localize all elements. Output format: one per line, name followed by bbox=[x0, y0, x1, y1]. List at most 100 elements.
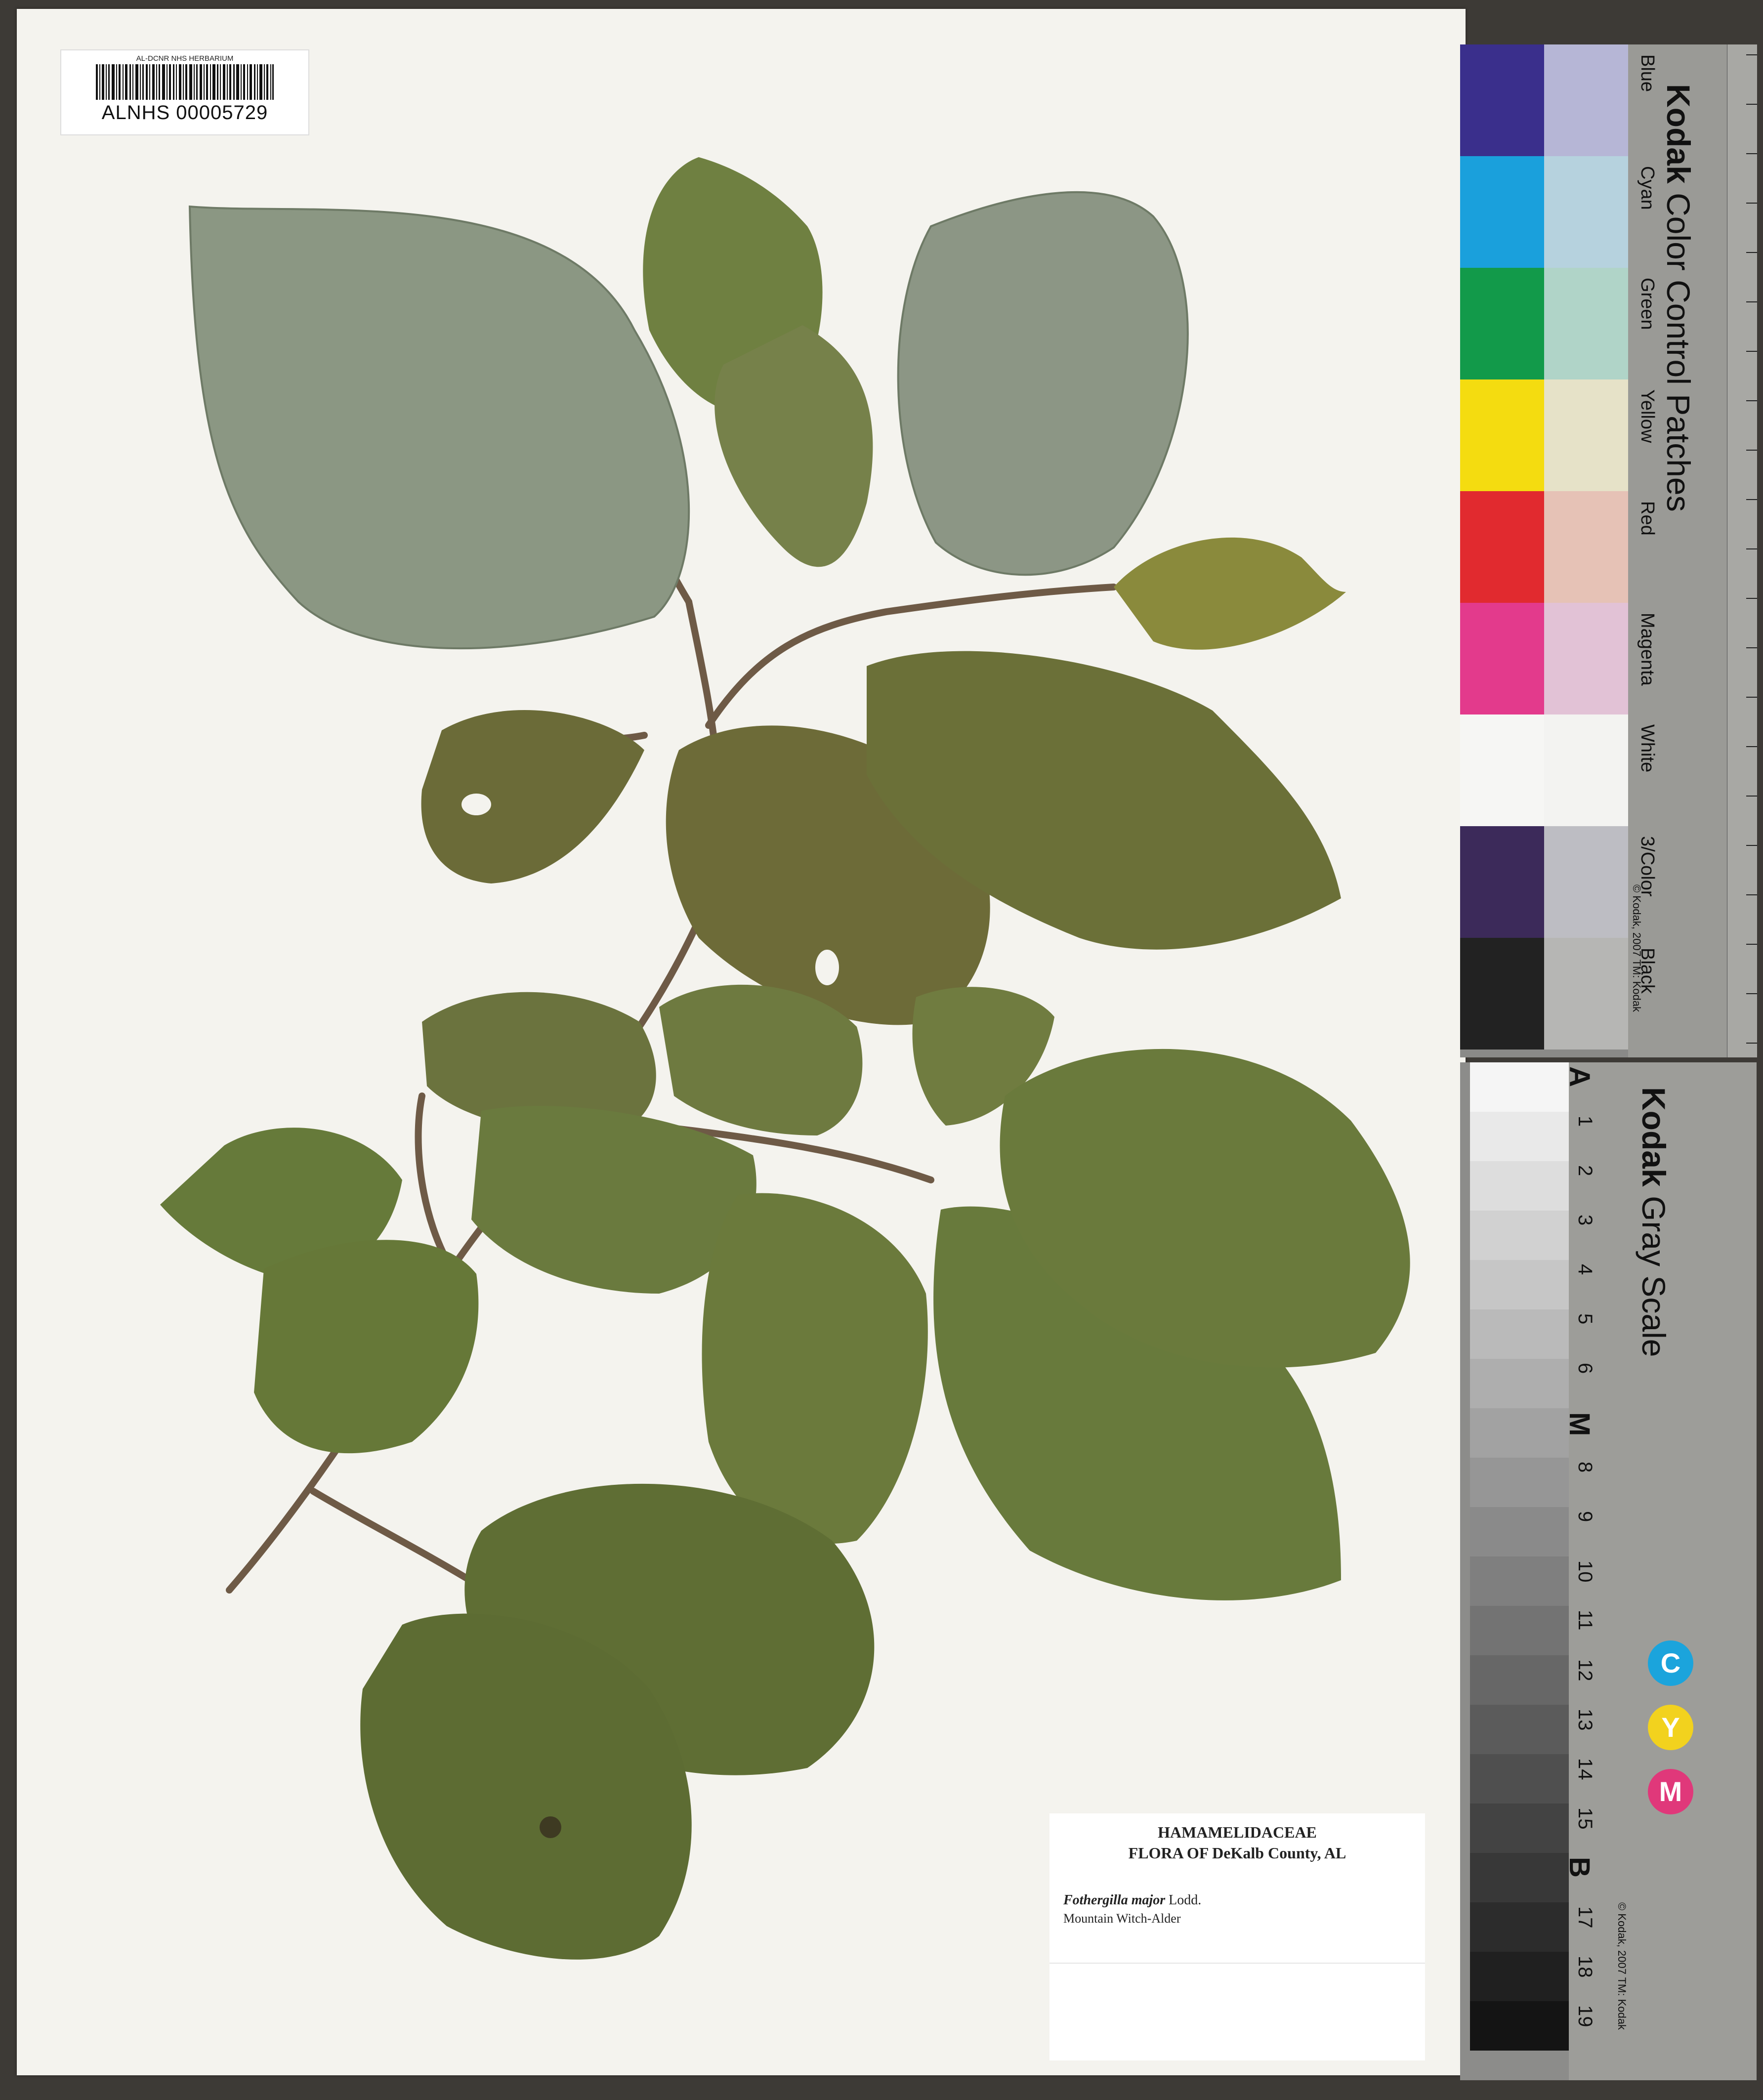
color-card-strip: Kodak Color Control Patches Blue Cyan Gree… bbox=[1628, 44, 1757, 1057]
color-patch-tint-7 bbox=[1544, 826, 1628, 938]
gray-step bbox=[1470, 1655, 1569, 1705]
gray-step bbox=[1470, 1408, 1569, 1458]
gray-step bbox=[1470, 1902, 1569, 1952]
gray-step bbox=[1470, 1705, 1569, 1754]
ruler-tick bbox=[1746, 647, 1757, 648]
ruler-tick bbox=[1746, 796, 1757, 797]
gray-step bbox=[1470, 1556, 1569, 1606]
gray-step-label: 8 bbox=[1574, 1462, 1596, 1473]
color-card-title: Kodak Color Control Patches bbox=[1660, 84, 1697, 677]
gray-step-label: 14 bbox=[1574, 1758, 1596, 1780]
color-patch-4 bbox=[1460, 491, 1544, 603]
gray-step-label: 10 bbox=[1574, 1560, 1596, 1583]
gray-card-strip: Kodak Gray Scale A 1 2 3 4 5 6 M 8 9 10 11 12 13 14 15 B… bbox=[1563, 1062, 1757, 2080]
gray-step bbox=[1470, 1606, 1569, 1655]
gray-step bbox=[1470, 1754, 1569, 1804]
gray-step bbox=[1470, 2001, 1569, 2051]
gray-step bbox=[1470, 1458, 1569, 1507]
color-patch-0 bbox=[1460, 44, 1544, 156]
gray-step bbox=[1470, 1062, 1569, 1112]
gray-step-label: 17 bbox=[1574, 1906, 1596, 1929]
gray-card-copyright: © Kodak, 2007 TM: Kodak bbox=[1616, 1902, 1628, 2030]
gray-step-label: 9 bbox=[1574, 1511, 1596, 1522]
color-card-copyright: © Kodak, 2007 TM: Kodak bbox=[1631, 884, 1643, 1012]
name-author: Lodd. bbox=[1169, 1892, 1202, 1908]
gray-step-label: 11 bbox=[1574, 1610, 1596, 1631]
color-patch-3 bbox=[1460, 379, 1544, 491]
gray-step bbox=[1470, 1211, 1569, 1260]
common-name: Mountain Witch-Alder bbox=[1063, 1911, 1181, 1926]
gray-step bbox=[1470, 1853, 1569, 1902]
gray-step-label: 19 bbox=[1574, 2005, 1596, 2027]
flora-locality: FLORA OF DeKalb County, AL bbox=[1128, 1844, 1346, 1862]
gray-step bbox=[1470, 1161, 1569, 1211]
cmy-dot-y: Y bbox=[1648, 1705, 1693, 1750]
ruler-tick bbox=[1746, 697, 1757, 698]
color-patch-2 bbox=[1460, 268, 1544, 379]
gray-step bbox=[1470, 1359, 1569, 1408]
cmy-dot-c: C bbox=[1648, 1640, 1693, 1686]
ruler-tick bbox=[1746, 993, 1757, 994]
kodak-brand: Kodak bbox=[1660, 84, 1697, 184]
family-name: HAMAMELIDACEAE bbox=[1158, 1823, 1317, 1841]
gray-step-label: M bbox=[1563, 1412, 1595, 1436]
ruler-tick bbox=[1746, 548, 1757, 549]
gray-step bbox=[1470, 1507, 1569, 1556]
gray-step-label: 12 bbox=[1574, 1659, 1596, 1681]
gray-step-label: 1 bbox=[1574, 1116, 1596, 1127]
kodak-brand-gray: Kodak bbox=[1636, 1087, 1672, 1187]
ruler-tick bbox=[1746, 400, 1757, 401]
gray-card-subtitle: Gray Scale bbox=[1636, 1196, 1672, 1357]
plant-specimen bbox=[160, 157, 1410, 1960]
ruler-tick bbox=[1746, 153, 1757, 154]
color-patches bbox=[1460, 44, 1628, 1057]
ruler-tick bbox=[1746, 499, 1757, 500]
gray-step-label: 5 bbox=[1574, 1313, 1596, 1325]
ruler-tick bbox=[1746, 203, 1757, 204]
gray-step bbox=[1470, 1112, 1569, 1161]
color-patch-tint-4 bbox=[1544, 491, 1628, 603]
color-patch-7 bbox=[1460, 826, 1544, 938]
label-divider bbox=[1049, 1963, 1425, 1964]
ruler bbox=[1727, 44, 1757, 1057]
leaves bbox=[160, 157, 1410, 1960]
color-patch-8 bbox=[1460, 938, 1544, 1050]
ruler-tick bbox=[1746, 351, 1757, 352]
gray-step bbox=[1470, 1260, 1569, 1309]
color-patch-tint-5 bbox=[1544, 603, 1628, 714]
gray-step-label: B bbox=[1563, 1857, 1595, 1878]
color-patch-1 bbox=[1460, 156, 1544, 268]
color-patch-6 bbox=[1460, 714, 1544, 826]
ruler-tick bbox=[1746, 1043, 1757, 1044]
gray-card-title: Kodak Gray Scale bbox=[1635, 1087, 1673, 1532]
ruler-tick bbox=[1746, 746, 1757, 747]
ruler-tick bbox=[1746, 252, 1757, 253]
color-patch-tint-2 bbox=[1544, 268, 1628, 379]
scientific-name-line: Fothergilla major Lodd. bbox=[1063, 1892, 1201, 1908]
cmy-dot-m: M bbox=[1648, 1769, 1693, 1814]
scientific-name: Fothergilla major bbox=[1063, 1892, 1166, 1908]
specimen-label: HAMAMELIDACEAE FLORA OF DeKalb County, A… bbox=[1049, 1813, 1425, 2060]
ruler-tick bbox=[1746, 845, 1757, 846]
gray-scale-card: Kodak Gray Scale A 1 2 3 4 5 6 M 8 9 10 11 12 13 14 15 B… bbox=[1460, 1062, 1757, 2080]
gray-step-label: 15 bbox=[1574, 1807, 1596, 1830]
color-patch-tint-8 bbox=[1544, 938, 1628, 1050]
gray-step-label: 4 bbox=[1574, 1264, 1596, 1275]
color-patch-tint-3 bbox=[1544, 379, 1628, 491]
gray-step bbox=[1470, 1952, 1569, 2001]
gray-step-label: A bbox=[1563, 1066, 1595, 1087]
ruler-tick bbox=[1746, 301, 1757, 302]
color-patch-tint-1 bbox=[1544, 156, 1628, 268]
gray-steps bbox=[1470, 1062, 1569, 2080]
color-patch-tint-0 bbox=[1544, 44, 1628, 156]
gray-step-label: 18 bbox=[1574, 1956, 1596, 1978]
gray-step bbox=[1470, 1804, 1569, 1853]
ruler-tick bbox=[1746, 54, 1757, 55]
ruler-tick bbox=[1746, 104, 1757, 105]
ruler-tick bbox=[1746, 944, 1757, 945]
ruler-tick bbox=[1746, 450, 1757, 451]
color-patch-5 bbox=[1460, 603, 1544, 714]
herbarium-sheet: AL-DCNR NHS HERBARIUM ALNHS 00005729 HAM… bbox=[17, 9, 1466, 2075]
ruler-tick bbox=[1746, 894, 1757, 895]
gray-step-label: 3 bbox=[1574, 1215, 1596, 1226]
